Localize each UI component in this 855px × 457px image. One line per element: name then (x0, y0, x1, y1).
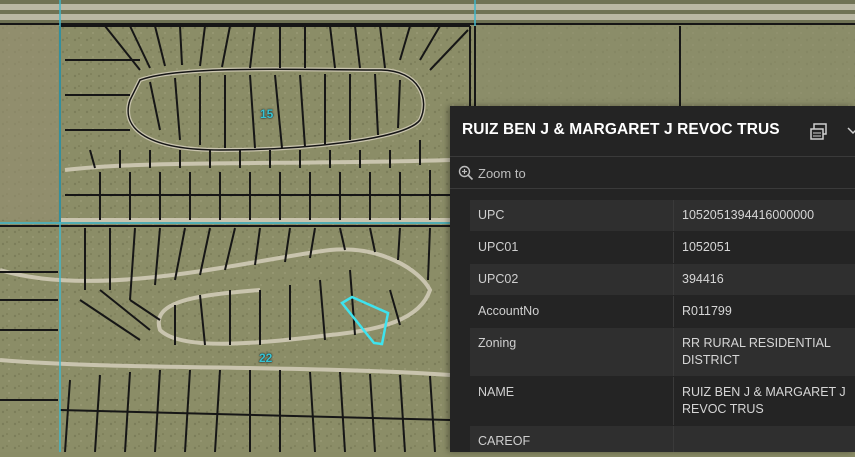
attribute-table: UPC 1052051394416000000 UPC01 1052051 UP… (470, 200, 855, 452)
feature-popup: RUIZ BEN J & MARGARET J REVOC TRUS Zoom … (450, 106, 855, 452)
section-label-15: 15 (260, 107, 273, 121)
table-row: UPC02 394416 (470, 264, 855, 296)
open-land-west (0, 25, 58, 220)
attribute-value: RR RURAL RESIDENTIAL DISTRICT (674, 328, 855, 377)
attribute-value: R011799 (674, 296, 855, 328)
popup-title: RUIZ BEN J & MARGARET J REVOC TRUS (462, 121, 780, 139)
attribute-value: 1052051394416000000 (674, 200, 855, 232)
collapse-button[interactable] (846, 124, 855, 138)
attribute-key: CAREOF (470, 426, 674, 453)
dock-button[interactable] (808, 121, 830, 143)
attribute-key: AccountNo (470, 296, 674, 328)
highway-lane-north (0, 4, 855, 10)
table-row: CAREOF (470, 426, 855, 453)
zoom-to-button[interactable]: Zoom to (458, 164, 526, 182)
popup-header: RUIZ BEN J & MARGARET J REVOC TRUS (450, 106, 855, 157)
highway-lane-south (0, 14, 855, 20)
table-row: UPC 1052051394416000000 (470, 200, 855, 232)
attribute-key: UPC (470, 200, 674, 232)
table-row: NAME RUIZ BEN J & MARGARET J REVOC TRUS (470, 377, 855, 426)
section-label-22: 22 (259, 351, 272, 365)
divider (450, 188, 855, 189)
attribute-value: 1052051 (674, 232, 855, 264)
table-row: AccountNo R011799 (470, 296, 855, 328)
attribute-key: UPC01 (470, 232, 674, 264)
open-land-east (475, 25, 855, 105)
table-row: Zoning RR RURAL RESIDENTIAL DISTRICT (470, 328, 855, 377)
table-row: UPC01 1052051 (470, 232, 855, 264)
attribute-key: UPC02 (470, 264, 674, 296)
highway-median (0, 0, 855, 24)
zoom-in-icon (458, 165, 474, 181)
attribute-value: RUIZ BEN J & MARGARET J REVOC TRUS (674, 377, 855, 426)
dock-icon (808, 121, 830, 143)
zoom-to-label: Zoom to (478, 166, 526, 181)
attribute-key: Zoning (470, 328, 674, 377)
chevron-down-icon (846, 124, 855, 138)
attribute-key: NAME (470, 377, 674, 426)
attribute-value: 394416 (674, 264, 855, 296)
attribute-value (674, 426, 855, 453)
